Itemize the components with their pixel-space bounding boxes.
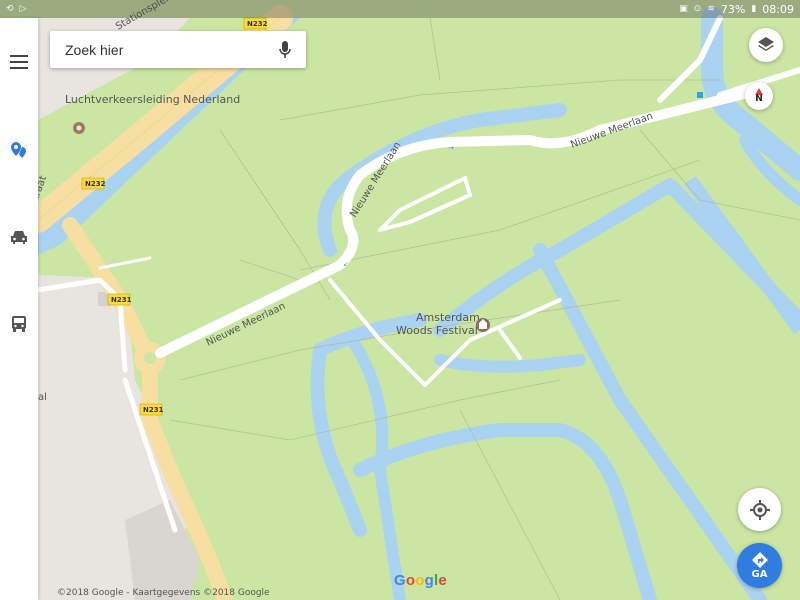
svg-text:→: → xyxy=(448,144,454,152)
crosshair-icon xyxy=(749,499,770,520)
microphone-icon xyxy=(279,40,291,58)
location-status-icon: ⊙ xyxy=(693,4,702,14)
go-label: GA xyxy=(751,568,768,580)
layers-button[interactable] xyxy=(749,28,783,62)
wifi-icon: ≋ xyxy=(707,4,715,14)
google-logo: Google xyxy=(394,572,447,589)
hamburger-icon xyxy=(10,55,28,69)
transit-button[interactable] xyxy=(0,306,38,342)
explore-button[interactable] xyxy=(0,132,38,168)
shield-n231: N231 xyxy=(111,296,132,304)
search-bar[interactable] xyxy=(50,31,306,68)
shield-n232: N232 xyxy=(85,180,106,188)
menu-button[interactable] xyxy=(0,44,38,80)
shield-n231: N231 xyxy=(143,406,164,414)
layers-icon xyxy=(758,37,774,51)
car-icon xyxy=(11,231,27,244)
map-copyright[interactable]: ©2018 Google - Kaartgegevens ©2018 Googl… xyxy=(57,588,270,598)
compass-button[interactable]: N xyxy=(745,82,773,110)
poi-lvnl-label: Luchtverkeersleiding Nederland xyxy=(65,93,240,106)
nfc-icon: ▣ xyxy=(679,4,688,14)
compass-label: N xyxy=(755,94,763,104)
my-location-button[interactable] xyxy=(738,488,781,531)
road-label-fragment: al xyxy=(38,392,47,403)
svg-text:↙: ↙ xyxy=(343,260,349,268)
search-input[interactable] xyxy=(65,41,276,58)
poi-festival-label-2: Woods Festival xyxy=(396,324,478,337)
status-bar: ⟲ ▷ ▣ ⊙ ≋ 73% ▮ 08:09 xyxy=(0,0,800,18)
play-store-icon: ▷ xyxy=(19,4,27,14)
transit-stop-marker[interactable] xyxy=(697,92,703,98)
voice-search-button[interactable] xyxy=(276,39,294,61)
directions-icon xyxy=(751,551,768,568)
sync-icon: ⟲ xyxy=(6,4,14,14)
battery-icon: ▮ xyxy=(751,4,757,14)
poi-festival-label-1: Amsterdam xyxy=(416,311,480,324)
bus-icon xyxy=(12,316,26,332)
clock: 08:09 xyxy=(762,2,794,16)
explore-pin-icon xyxy=(11,142,26,158)
driving-button[interactable] xyxy=(0,219,38,255)
map-canvas[interactable]: → ↙ Nieuwe Meerlaan Nieuwe Meerlaan Nieu… xyxy=(0,0,800,600)
battery-percent: 73% xyxy=(720,2,746,16)
shield-n232: N232 xyxy=(247,20,268,28)
sidebar xyxy=(0,18,38,600)
directions-go-button[interactable]: GA xyxy=(737,543,782,588)
